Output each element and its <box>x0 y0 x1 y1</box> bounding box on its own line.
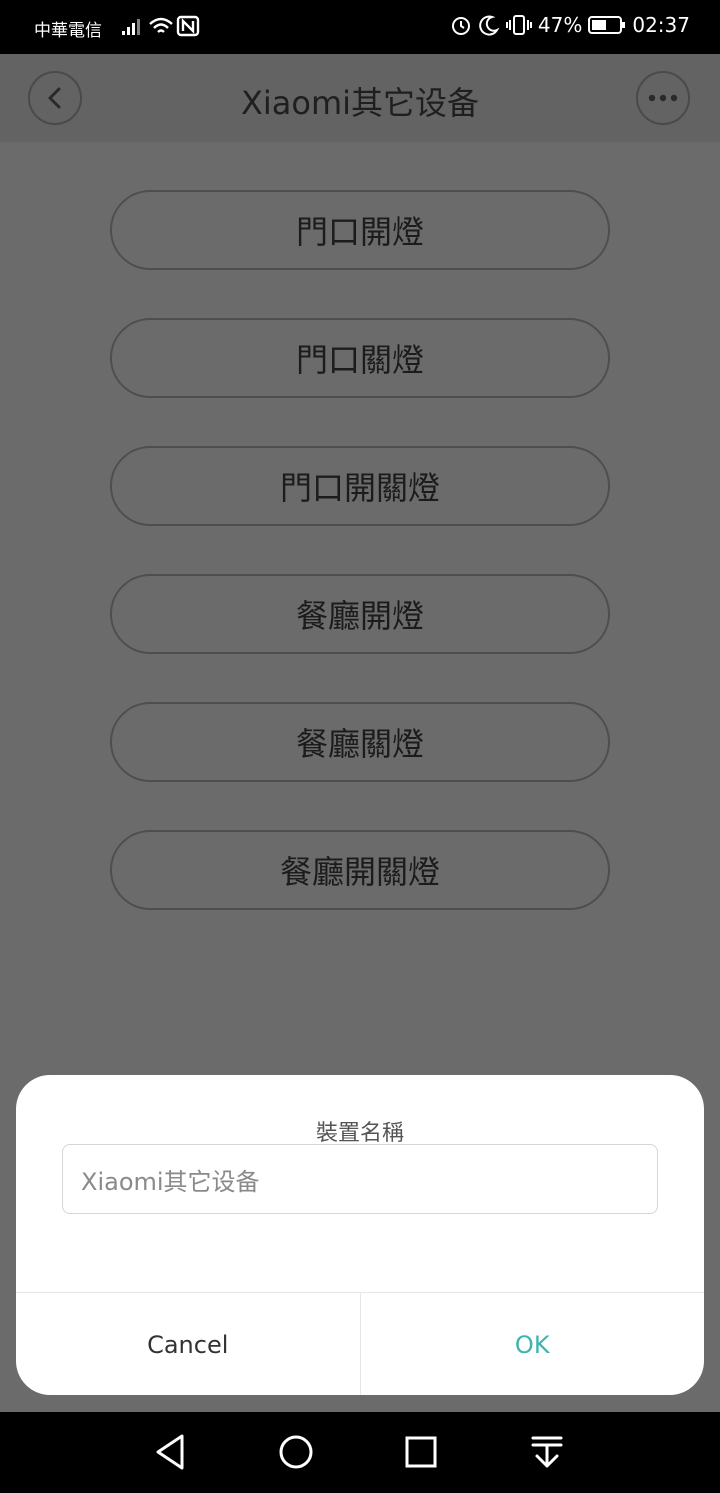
command-button[interactable]: 餐廳開燈 <box>110 574 610 654</box>
dialog-title: 裝置名稱 <box>315 1121 404 1146</box>
moon-icon <box>479 15 500 36</box>
notification-pull-icon <box>531 1436 563 1468</box>
signal-icon <box>122 19 140 35</box>
status-bar: 中華電信 47% 02:37 <box>0 0 720 54</box>
ok-button[interactable]: OK <box>361 1293 705 1395</box>
nav-recents-button[interactable] <box>401 1432 441 1472</box>
command-button[interactable]: 餐廳開關燈 <box>110 830 610 910</box>
nfc-icon <box>176 15 200 37</box>
header: Xiaomi其它设备 <box>0 54 720 142</box>
nav-home-button[interactable] <box>276 1432 316 1472</box>
status-right: 47% 02:37 <box>450 13 690 37</box>
command-button[interactable]: 門口關燈 <box>110 318 610 398</box>
home-icon <box>279 1435 313 1469</box>
back-icon <box>156 1434 184 1470</box>
dialog-actions: Cancel OK <box>16 1292 704 1395</box>
more-button[interactable] <box>636 71 690 125</box>
rename-dialog: 裝置名稱 Cancel OK <box>16 1075 704 1395</box>
command-button[interactable]: 門口開燈 <box>110 190 610 270</box>
vibrate-icon <box>505 15 532 35</box>
command-button[interactable]: 餐廳關燈 <box>110 702 610 782</box>
recents-icon <box>405 1436 437 1468</box>
battery-icon <box>588 16 626 34</box>
nav-notification-button[interactable] <box>527 1432 567 1472</box>
battery-percent: 47% <box>537 13 583 37</box>
signal-wifi-nfc-icons <box>120 14 202 42</box>
clock: 02:37 <box>632 13 690 37</box>
system-nav-bar <box>0 1412 720 1493</box>
nav-back-button[interactable] <box>150 1432 190 1472</box>
command-button[interactable]: 門口開關燈 <box>110 446 610 526</box>
alarm-icon <box>451 17 470 35</box>
more-dots-icon <box>648 94 678 102</box>
page-title: Xiaomi其它设备 <box>240 84 480 122</box>
device-name-input[interactable] <box>62 1144 658 1214</box>
cancel-button[interactable]: Cancel <box>16 1293 361 1395</box>
carrier-name: 中華電信 <box>34 21 102 41</box>
wifi-icon <box>149 17 173 33</box>
